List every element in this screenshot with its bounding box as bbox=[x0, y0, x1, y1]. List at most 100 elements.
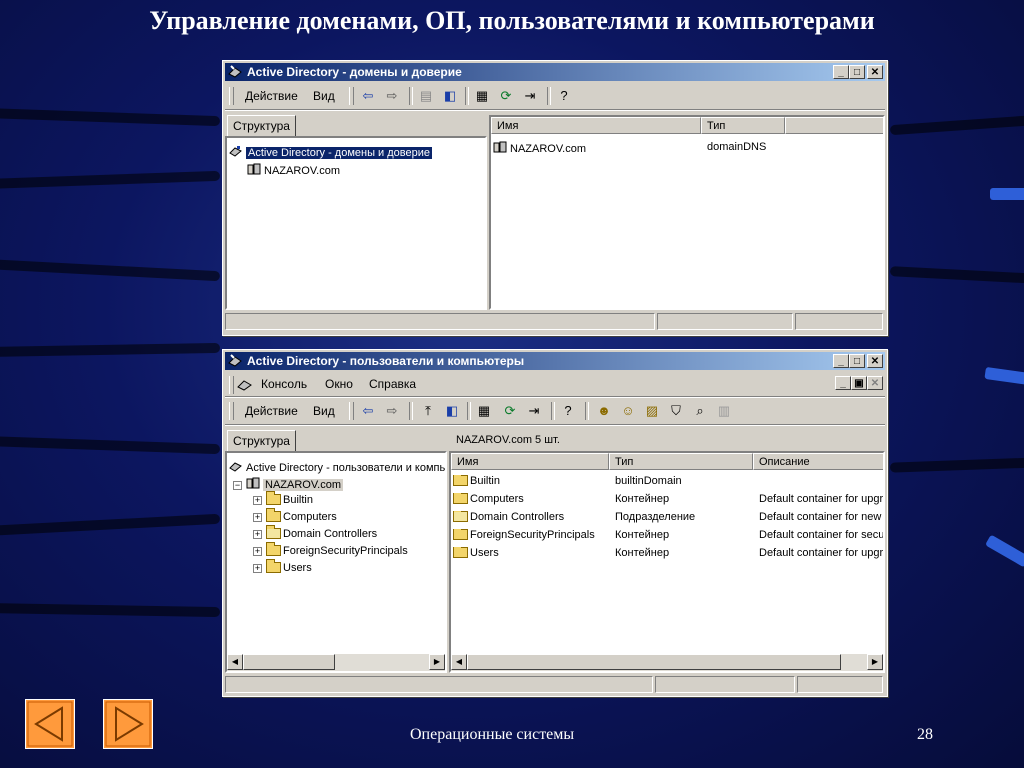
forward-icon[interactable]: ⇨ bbox=[383, 87, 401, 105]
tree-item-domain[interactable]: NAZAROV.com bbox=[247, 163, 340, 177]
menu-view[interactable]: Вид bbox=[313, 89, 335, 103]
column-header-description[interactable]: Описание bbox=[753, 453, 883, 470]
minimize-button[interactable]: _ bbox=[833, 65, 849, 79]
up-level-icon[interactable]: ⤒ bbox=[419, 402, 437, 420]
help-icon[interactable]: ? bbox=[559, 402, 577, 420]
column-header-name[interactable]: Имя bbox=[451, 453, 609, 470]
expand-icon[interactable]: + bbox=[253, 513, 262, 522]
close-button[interactable]: ✕ bbox=[867, 65, 883, 79]
expand-icon[interactable]: + bbox=[253, 496, 262, 505]
tree-item-computers[interactable]: + Computers bbox=[253, 508, 337, 523]
up-level-icon[interactable]: ▤ bbox=[417, 87, 435, 105]
child-close-button[interactable]: ✕ bbox=[867, 376, 883, 390]
tab-structure[interactable]: Структура bbox=[227, 430, 296, 452]
toolbar-grip[interactable] bbox=[229, 402, 234, 420]
expand-icon[interactable]: + bbox=[253, 530, 262, 539]
tree-item-foreign-security-principals[interactable]: + ForeignSecurityPrincipals bbox=[253, 542, 408, 557]
menu-action[interactable]: Действие bbox=[245, 89, 298, 103]
toolbar-separator bbox=[465, 87, 469, 105]
child-minimize-button[interactable]: _ bbox=[835, 376, 851, 390]
background-streak bbox=[0, 342, 221, 358]
properties-icon[interactable]: ▦ bbox=[475, 402, 493, 420]
scroll-left-icon[interactable]: ◀ bbox=[227, 654, 243, 670]
column-header-type[interactable]: Тип bbox=[701, 117, 785, 134]
toolbar-grip[interactable] bbox=[349, 87, 354, 105]
list-row-type: domainDNS bbox=[707, 141, 767, 153]
status-cell bbox=[797, 676, 883, 693]
menu-console[interactable]: Консоль bbox=[261, 377, 307, 391]
show-hide-tree-icon[interactable]: ◧ bbox=[441, 87, 459, 105]
filter-icon[interactable]: ⛉ bbox=[667, 402, 685, 420]
tree-root-label: Active Directory - домены и доверие bbox=[246, 147, 432, 159]
list-row[interactable]: Computers Контейнер Default container fo… bbox=[453, 493, 883, 510]
tree-item-users[interactable]: + Users bbox=[253, 559, 312, 574]
list-row[interactable]: Domain Controllers Подразделение Default… bbox=[453, 511, 883, 528]
close-button[interactable]: ✕ bbox=[867, 354, 883, 368]
refresh-icon[interactable]: ⟳ bbox=[497, 87, 515, 105]
column-header-type[interactable]: Тип bbox=[609, 453, 753, 470]
back-icon[interactable]: ⇦ bbox=[359, 87, 377, 105]
menu-help[interactable]: Справка bbox=[369, 377, 416, 391]
list-header-info: NAZAROV.com 5 шт. bbox=[456, 434, 560, 446]
help-icon[interactable]: ? bbox=[555, 87, 573, 105]
new-group-icon[interactable]: ☺ bbox=[619, 402, 637, 420]
child-restore-button[interactable]: ▣ bbox=[851, 376, 867, 390]
refresh-icon[interactable]: ⟳ bbox=[501, 402, 519, 420]
folder-icon bbox=[266, 508, 281, 522]
scroll-thumb[interactable] bbox=[467, 654, 841, 670]
toolbar-separator bbox=[409, 87, 413, 105]
tab-structure[interactable]: Структура bbox=[227, 115, 296, 137]
forward-icon[interactable]: ⇨ bbox=[383, 402, 401, 420]
collapse-icon[interactable]: − bbox=[233, 481, 242, 490]
tree-root[interactable]: Active Directory - пользователи и компью… bbox=[229, 460, 445, 474]
tree-item-label: Domain Controllers bbox=[283, 528, 378, 540]
tree-item-label: Builtin bbox=[283, 494, 313, 506]
tree-item-domain-controllers[interactable]: + Domain Controllers bbox=[253, 525, 378, 540]
background-accent bbox=[990, 188, 1024, 200]
tree-item-domain[interactable]: − NAZAROV.com bbox=[233, 477, 344, 491]
new-user-icon[interactable]: ☻ bbox=[595, 402, 613, 420]
toolbar-grip[interactable] bbox=[229, 87, 234, 105]
arrow-right-icon bbox=[105, 701, 151, 747]
menu-action[interactable]: Действие bbox=[245, 404, 298, 418]
window2-titlebar[interactable]: Active Directory - пользователи и компью… bbox=[225, 352, 885, 370]
tree-item-builtin[interactable]: + Builtin bbox=[253, 491, 313, 506]
column-header-empty[interactable] bbox=[785, 117, 883, 134]
add-to-group-icon[interactable]: ▥ bbox=[715, 402, 733, 420]
show-hide-tree-icon[interactable]: ◧ bbox=[443, 402, 461, 420]
list-row[interactable]: Users Контейнер Default container for up… bbox=[453, 547, 883, 564]
new-ou-icon[interactable]: ▨ bbox=[643, 402, 661, 420]
menu-view[interactable]: Вид bbox=[313, 404, 335, 418]
window1-titlebar[interactable]: Active Directory - домены и доверие _ □ … bbox=[225, 63, 885, 81]
list-row[interactable]: NAZAROV.com domainDNS bbox=[493, 141, 883, 157]
next-slide-button[interactable] bbox=[103, 699, 153, 749]
folder-icon bbox=[266, 542, 281, 556]
scroll-thumb[interactable] bbox=[243, 654, 335, 670]
maximize-button[interactable]: □ bbox=[849, 354, 865, 368]
domains-trusts-window[interactable]: Active Directory - домены и доверие _ □ … bbox=[222, 60, 888, 336]
expand-icon[interactable]: + bbox=[253, 547, 262, 556]
menubar-grip[interactable] bbox=[229, 376, 234, 394]
tree-horizontal-scrollbar[interactable]: ◀ ▶ bbox=[227, 654, 445, 671]
find-icon[interactable]: ⌕ bbox=[691, 402, 709, 420]
previous-slide-button[interactable] bbox=[25, 699, 75, 749]
scroll-left-icon[interactable]: ◀ bbox=[451, 654, 467, 670]
list-row[interactable]: Builtin builtinDomain bbox=[453, 475, 883, 492]
export-list-icon[interactable]: ⇥ bbox=[521, 87, 539, 105]
toolbar-grip[interactable] bbox=[349, 402, 354, 420]
properties-icon[interactable]: ▦ bbox=[473, 87, 491, 105]
back-icon[interactable]: ⇦ bbox=[359, 402, 377, 420]
users-computers-window[interactable]: Active Directory - пользователи и компью… bbox=[222, 349, 888, 697]
expand-icon[interactable]: + bbox=[253, 564, 262, 573]
column-header-name[interactable]: Имя bbox=[491, 117, 701, 134]
list-horizontal-scrollbar[interactable]: ◀ ▶ bbox=[451, 654, 883, 671]
tree-root[interactable]: Active Directory - домены и доверие bbox=[229, 145, 432, 159]
scroll-right-icon[interactable]: ▶ bbox=[867, 654, 883, 670]
menu-window[interactable]: Окно bbox=[325, 377, 353, 391]
folder-icon bbox=[453, 475, 468, 486]
maximize-button[interactable]: □ bbox=[849, 65, 865, 79]
export-list-icon[interactable]: ⇥ bbox=[525, 402, 543, 420]
scroll-right-icon[interactable]: ▶ bbox=[429, 654, 445, 670]
minimize-button[interactable]: _ bbox=[833, 354, 849, 368]
list-row[interactable]: ForeignSecurityPrincipals Контейнер Defa… bbox=[453, 529, 883, 546]
